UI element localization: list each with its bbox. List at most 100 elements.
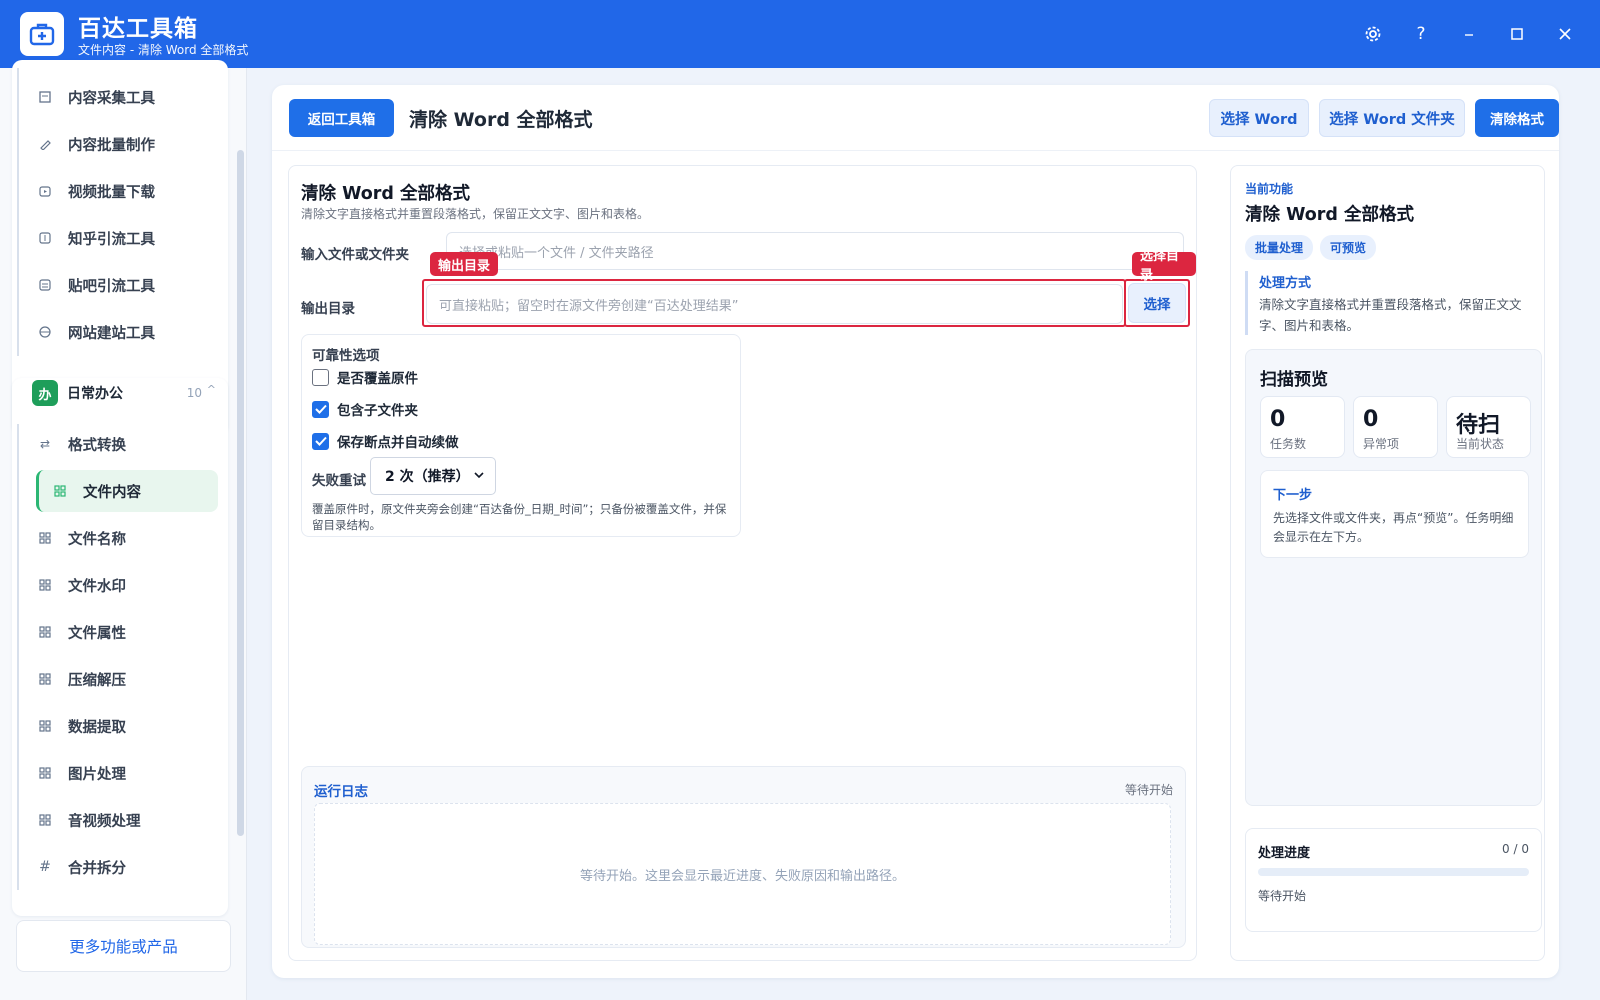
next-step-text: 先选择文件或文件夹，再点“预览”。任务明细会显示在左下方。 (1273, 511, 1514, 544)
option-label: 是否覆盖原件 (337, 371, 418, 387)
sidebar-item-label: 图片处理 (68, 766, 126, 783)
method-accent-bar (1245, 271, 1248, 335)
overwrite-option[interactable]: 是否覆盖原件 (312, 367, 418, 387)
close-icon[interactable] (1553, 22, 1577, 46)
more-products-button[interactable]: 更多功能或产品 (16, 920, 231, 972)
sidebar-item-label: 格式转换 (68, 437, 126, 454)
sidebar-item-content-batch[interactable]: 内容批量制作 (24, 123, 208, 165)
tag-batch: 批量处理 (1245, 235, 1314, 260)
minimize-icon[interactable] (1457, 22, 1481, 46)
scan-title: 扫描预览 (1260, 370, 1328, 390)
hash-icon: # (39, 859, 51, 875)
info-section-label: 当前功能 (1245, 182, 1294, 196)
sidebar-item-label: 视频批量下载 (68, 184, 155, 201)
sidebar-item-merge-split[interactable]: # 合并拆分 (24, 846, 208, 888)
tag-preview: 可预览 (1320, 235, 1377, 260)
sidebar-item-label: 内容批量制作 (68, 137, 155, 154)
sidebar-group-office[interactable]: 办 日常办公 10 ^ (12, 371, 228, 415)
group-name: 日常办公 (67, 386, 123, 402)
stat-task-count: 0 任务数 (1260, 396, 1345, 458)
input-label: 输入文件或文件夹 (301, 247, 409, 263)
sidebar-item-zhihu[interactable]: 知乎引流工具 (24, 217, 208, 259)
group-count: 10 (186, 386, 202, 400)
output-dir-tag: 输出目录 (430, 252, 499, 276)
sidebar: 内容采集工具 内容批量制作 视频批量下载 知乎引流工具 贴吧引流工具 网站建站工… (0, 60, 247, 1000)
sidebar-item-label: 压缩解压 (68, 672, 126, 689)
sidebar-item-file-watermark[interactable]: 文件水印 (24, 564, 208, 606)
settings-icon[interactable] (1361, 22, 1385, 46)
sidebar-item-label: 文件名称 (68, 531, 126, 548)
options-card: 可靠性选项 是否覆盖原件 包含子文件夹 保存断点并自动续做 失败重试 2 次（推… (301, 334, 741, 537)
sidebar-item-compress[interactable]: 压缩解压 (24, 658, 208, 700)
next-step-card: 下一步 先选择文件或文件夹，再点“预览”。任务明细会显示在左下方。 (1260, 470, 1529, 558)
grid-icon (38, 813, 52, 827)
sidebar-item-file-name[interactable]: 文件名称 (24, 517, 208, 559)
work-card: 清除 Word 全部格式 清除文字直接格式并重置段落格式，保留正文文字、图片和表… (288, 165, 1197, 961)
sidebar-item-video-download[interactable]: 视频批量下载 (24, 170, 208, 212)
sidebar-item-label: 知乎引流工具 (68, 231, 155, 248)
info-title: 清除 Word 全部格式 (1245, 205, 1415, 225)
select-word-folder-button[interactable]: 选择 Word 文件夹 (1319, 99, 1465, 137)
stat-value: 0 (1270, 407, 1286, 432)
sidebar-item-label: 网站建站工具 (68, 325, 155, 342)
option-label: 保存断点并自动续做 (337, 435, 459, 451)
sidebar-item-label: 合并拆分 (68, 860, 126, 877)
sidebar-item-label: 文件水印 (68, 578, 126, 595)
overwrite-checkbox[interactable] (312, 368, 329, 386)
sidebar-item-data-extract[interactable]: 数据提取 (24, 705, 208, 747)
help-icon[interactable]: ? (1409, 22, 1433, 46)
sidebar-item-content-collect[interactable]: 内容采集工具 (24, 76, 208, 118)
grid-icon (53, 484, 67, 498)
sidebar-scrollbar[interactable] (237, 150, 244, 836)
stat-value: 0 (1363, 407, 1379, 432)
sidebar-item-format-convert[interactable]: ⇄ 格式转换 (24, 423, 208, 465)
grid-icon (38, 719, 52, 733)
toolbox-icon (29, 23, 55, 46)
options-note: 覆盖原件时，原文件夹旁会创建“百达备份_日期_时间”；只备份被覆盖文件，并保留目… (312, 502, 727, 532)
include-subfolders-option[interactable]: 包含子文件夹 (312, 399, 418, 419)
sidebar-item-website[interactable]: 网站建站工具 (24, 311, 208, 353)
retry-select[interactable]: 2 次（推荐） (370, 457, 496, 495)
highlight-output-frame (422, 279, 1126, 327)
stat-error-count: 0 异常项 (1353, 396, 1438, 458)
app-subtitle: 文件内容 - 清除 Word 全部格式 (78, 43, 249, 57)
clear-format-button[interactable]: 清除格式 (1475, 99, 1559, 137)
zhihu-icon (38, 231, 52, 245)
video-icon (38, 184, 52, 198)
sidebar-item-file-content[interactable]: 文件内容 (36, 470, 218, 512)
sidebar-item-file-attributes[interactable]: 文件属性 (24, 611, 208, 653)
input-path-field[interactable]: 选择或粘贴一个文件 / 文件夹路径 (446, 232, 1184, 270)
include-subfolders-checkbox[interactable] (312, 400, 329, 418)
sidebar-item-label: 文件属性 (68, 625, 126, 642)
tree-line (17, 424, 19, 890)
progress-status: 等待开始 (1258, 889, 1307, 903)
resume-checkbox[interactable] (312, 432, 329, 450)
log-empty-message: 等待开始。这里会显示最近进度、失败原因和输出路径。 (314, 803, 1171, 945)
sidebar-item-label: 贴吧引流工具 (68, 278, 155, 295)
select-word-button[interactable]: 选择 Word (1209, 99, 1309, 137)
maximize-icon[interactable] (1505, 22, 1529, 46)
app-logo (20, 12, 64, 56)
progress-count: 0 / 0 (1502, 842, 1529, 856)
sidebar-item-tieba[interactable]: 贴吧引流工具 (24, 264, 208, 306)
chevron-down-icon (474, 472, 484, 479)
sidebar-item-media[interactable]: 音视频处理 (24, 799, 208, 841)
back-button[interactable]: 返回工具箱 (289, 99, 394, 137)
progress-bar (1258, 868, 1529, 876)
stat-label: 当前状态 (1456, 437, 1505, 451)
progress-title: 处理进度 (1258, 846, 1311, 861)
swap-icon: ⇄ (39, 437, 51, 451)
sidebar-item-image[interactable]: 图片处理 (24, 752, 208, 794)
stat-label: 任务数 (1270, 437, 1307, 451)
resume-option[interactable]: 保存断点并自动续做 (312, 431, 459, 451)
log-card: 运行日志 等待开始 等待开始。这里会显示最近进度、失败原因和输出路径。 (301, 766, 1186, 948)
document-icon (38, 90, 52, 104)
retry-label: 失败重试 (312, 473, 366, 489)
sidebar-item-label: 数据提取 (68, 719, 126, 736)
app-title: 百达工具箱 (78, 16, 198, 42)
list-icon (38, 278, 52, 292)
grid-icon (38, 672, 52, 686)
grid-icon (38, 766, 52, 780)
section-title: 清除 Word 全部格式 (301, 184, 471, 204)
sidebar-item-label: 音视频处理 (68, 813, 141, 830)
